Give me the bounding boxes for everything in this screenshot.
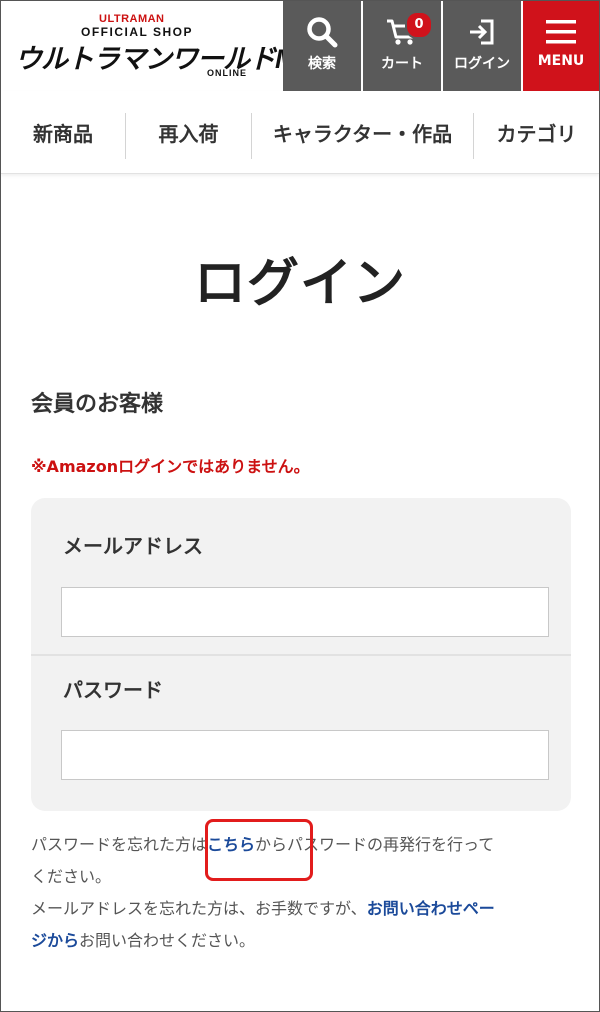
menu-button-label: MENU	[537, 53, 585, 69]
login-icon	[443, 15, 521, 49]
logo-ultraman-text: ULTRAMAN	[99, 13, 165, 25]
search-button-label: 検索	[308, 56, 336, 72]
contact-link-cont[interactable]: ジから	[31, 931, 79, 950]
logo-online-text: ONLINE	[207, 68, 248, 78]
cart-button[interactable]: 0 カート	[363, 1, 441, 91]
password-field[interactable]	[61, 730, 549, 780]
email-label: メールアドレス	[63, 534, 203, 558]
search-icon	[283, 15, 361, 49]
login-button-label: ログイン	[454, 56, 510, 72]
site-logo[interactable]: ULTRAMAN OFFICIAL SHOP ウルトラマンワールドM78 ONL…	[11, 11, 326, 81]
page-frame: ULTRAMAN OFFICIAL SHOP ウルトラマンワールドM78 ONL…	[0, 0, 600, 1012]
contact-link[interactable]: お問い合わせペー	[367, 899, 495, 918]
help-line-4: ジからお問い合わせください。	[31, 925, 581, 957]
password-label: パスワード	[63, 678, 163, 702]
search-button[interactable]: 検索	[283, 1, 361, 91]
email-field[interactable]	[61, 587, 549, 637]
amazon-notice: ※Amazonログインではありません。	[31, 457, 310, 476]
nav-item-characters[interactable]: キャラクター・作品	[252, 91, 473, 173]
highlight-box	[205, 819, 313, 881]
nav-item-restock[interactable]: 再入荷	[126, 91, 251, 173]
category-nav: 新商品 再入荷 キャラクター・作品 カテゴリ	[1, 91, 599, 174]
form-divider	[31, 654, 571, 656]
page-title: ログイン	[193, 254, 406, 314]
help-text: パスワードを忘れた方は	[31, 835, 208, 854]
logo-main-text: ウルトラマンワールドM78	[15, 44, 326, 74]
section-title: 会員のお客様	[31, 392, 164, 417]
help-text: ください。	[31, 867, 112, 886]
help-line-3: メールアドレスを忘れた方は、お手数ですが、お問い合わせペー	[31, 893, 581, 925]
hamburger-menu-icon	[523, 15, 599, 49]
help-text: メールアドレスを忘れた方は、お手数ですが、	[31, 899, 367, 918]
login-form: メールアドレス パスワード	[31, 498, 571, 811]
nav-item-new[interactable]: 新商品	[1, 91, 125, 173]
cart-button-label: カート	[381, 56, 423, 72]
nav-item-category[interactable]: カテゴリ	[474, 91, 599, 173]
login-button[interactable]: ログイン	[443, 1, 521, 91]
help-text: お問い合わせください。	[79, 931, 256, 950]
site-header: ULTRAMAN OFFICIAL SHOP ウルトラマンワールドM78 ONL…	[1, 1, 599, 91]
menu-button[interactable]: MENU	[523, 1, 599, 91]
cart-count-badge: 0	[405, 11, 433, 39]
